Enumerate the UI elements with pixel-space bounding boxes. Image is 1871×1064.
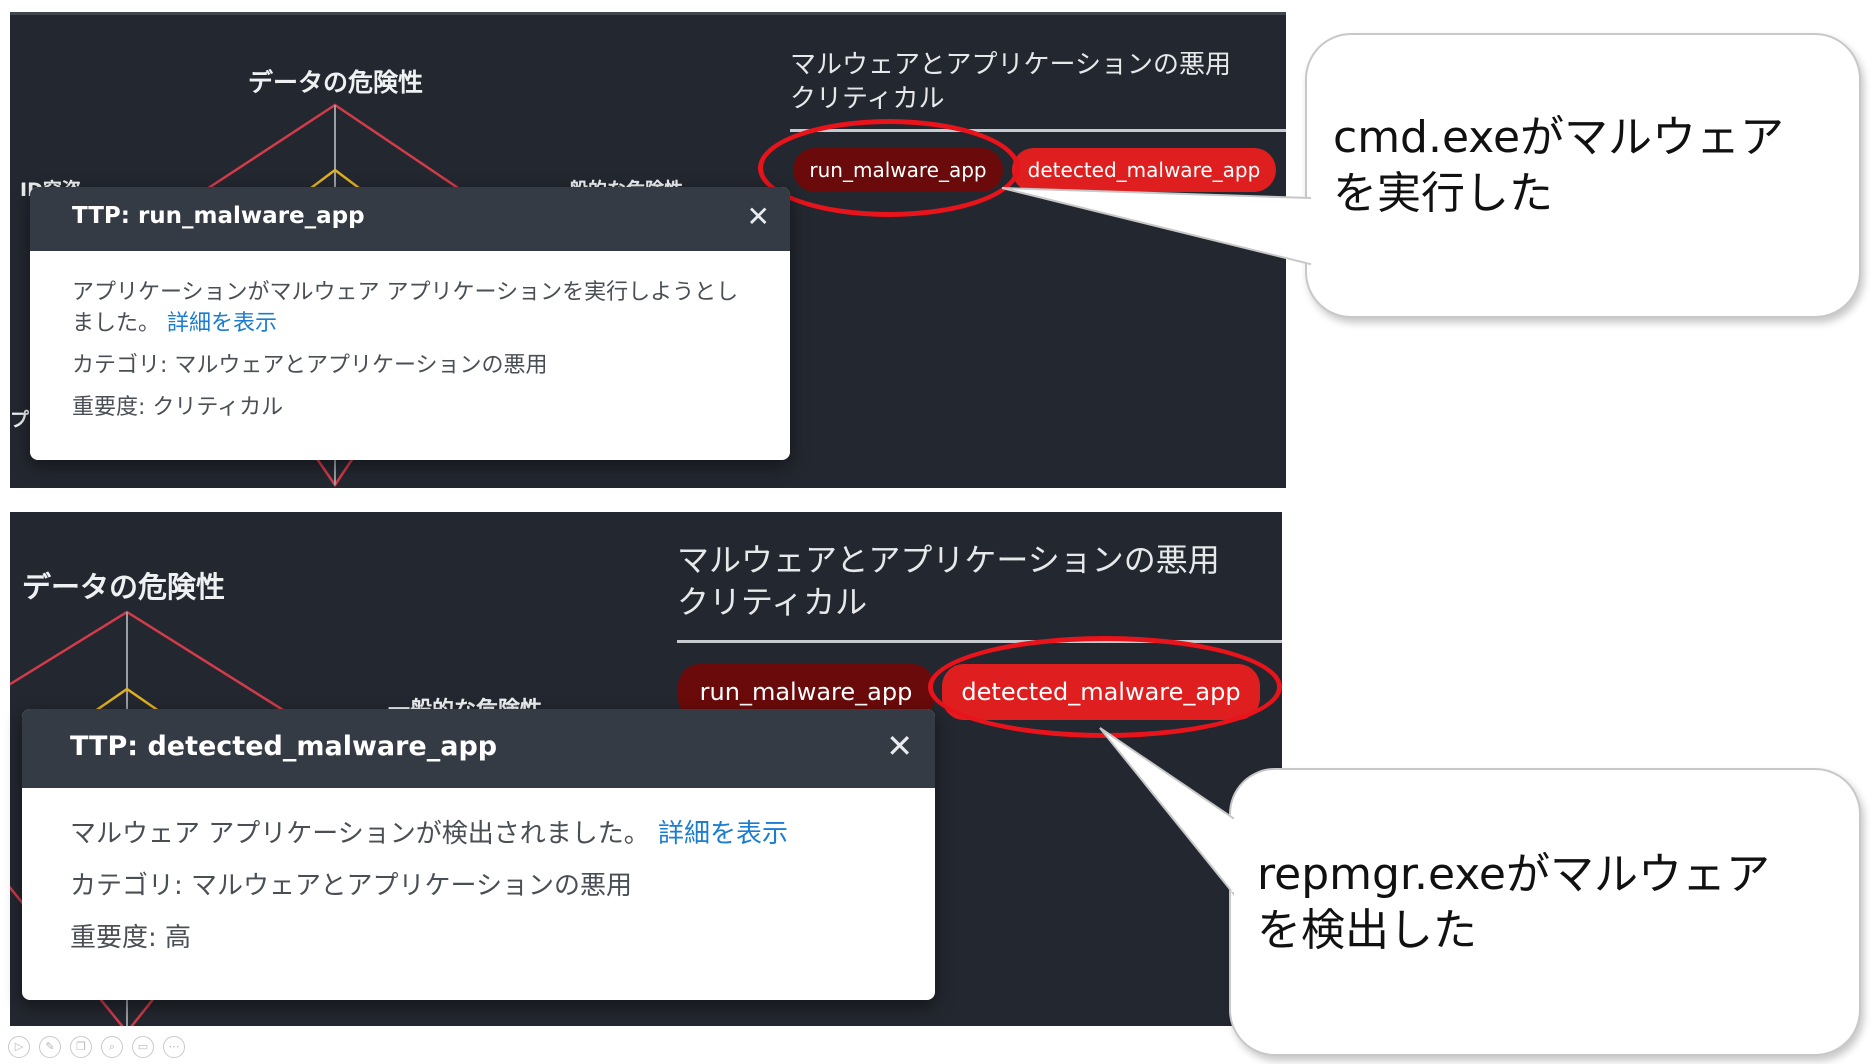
popup-title: TTP: run_malware_app [72, 203, 365, 229]
radar-axis-label-left-lower: プ [10, 409, 30, 431]
show-details-link[interactable]: 詳細を表示 [167, 311, 277, 336]
callout-repmgr-exe: repmgr.exeがマルウェア を検出した [1229, 768, 1861, 1056]
popup-severity: 重要度: 高 [70, 923, 192, 953]
popup-category: カテゴリ: マルウェアとアプリケーションの悪用 [72, 353, 548, 378]
subtitle-icon[interactable]: ▭ [132, 1036, 154, 1058]
ttp-popup-detected-malware-app: TTP: detected_malware_app ✕ マルウェア アプリケーシ… [22, 709, 935, 1000]
pen-icon[interactable]: ✎ [39, 1036, 61, 1058]
popup-severity: 重要度: クリティカル [72, 395, 284, 420]
show-details-link[interactable]: 詳細を表示 [658, 819, 788, 849]
popup-category: カテゴリ: マルウェアとアプリケーションの悪用 [70, 871, 632, 901]
callout-cmd-exe: cmd.exeがマルウェア を実行した [1305, 33, 1861, 318]
radar-axis-title: データの危険性 [22, 570, 226, 604]
slideshow-toolbar: ▷ ✎ ❐ ⌕ ▭ ⋯ [8, 1036, 185, 1062]
radar-axis-title: データの危険性 [248, 68, 424, 97]
highlight-ring-run-malware-app [758, 119, 1020, 217]
close-icon[interactable]: ✕ [747, 200, 770, 233]
popup-body: アプリケーションがマルウェア アプリケーションを実行しようとしました。 詳細を表… [30, 251, 790, 423]
section-title-line1: マルウェアとアプリケーションの悪用 [790, 50, 1231, 80]
section-title-line1: マルウェアとアプリケーションの悪用 [677, 541, 1220, 579]
play-icon[interactable]: ▷ [8, 1036, 30, 1058]
callout-repmgr-line2: を検出した [1257, 905, 1477, 956]
popup-description-text: マルウェア アプリケーションが検出されました。 [70, 819, 650, 849]
close-icon[interactable]: ✕ [886, 727, 913, 765]
highlight-ring-detected-malware-app [928, 636, 1282, 738]
callout-cmd-line1: cmd.exeがマルウェア [1333, 112, 1785, 163]
tag-detected-malware-app[interactable]: detected_malware_app [1012, 148, 1276, 192]
copy-icon[interactable]: ❐ [70, 1036, 92, 1058]
callout-cmd-line2: を実行した [1333, 168, 1553, 219]
zoom-icon[interactable]: ⌕ [101, 1036, 123, 1058]
more-icon[interactable]: ⋯ [163, 1036, 185, 1058]
popup-header: TTP: detected_malware_app ✕ [22, 709, 935, 788]
popup-description: アプリケーションがマルウェア アプリケーションを実行しようとしました。 詳細を表… [72, 277, 748, 339]
section-title-line2: クリティカル [790, 84, 945, 114]
popup-body: マルウェア アプリケーションが検出されました。 詳細を表示 カテゴリ: マルウェ… [22, 788, 935, 956]
ttp-popup-run-malware-app: TTP: run_malware_app ✕ アプリケーションがマルウェア アプ… [30, 187, 790, 460]
callout-repmgr-line1: repmgr.exeがマルウェア [1257, 849, 1771, 900]
popup-header: TTP: run_malware_app ✕ [30, 187, 790, 251]
popup-title: TTP: detected_malware_app [70, 731, 498, 762]
section-title-line2: クリティカル [677, 583, 868, 621]
popup-description: マルウェア アプリケーションが検出されました。 詳細を表示 [70, 816, 887, 852]
